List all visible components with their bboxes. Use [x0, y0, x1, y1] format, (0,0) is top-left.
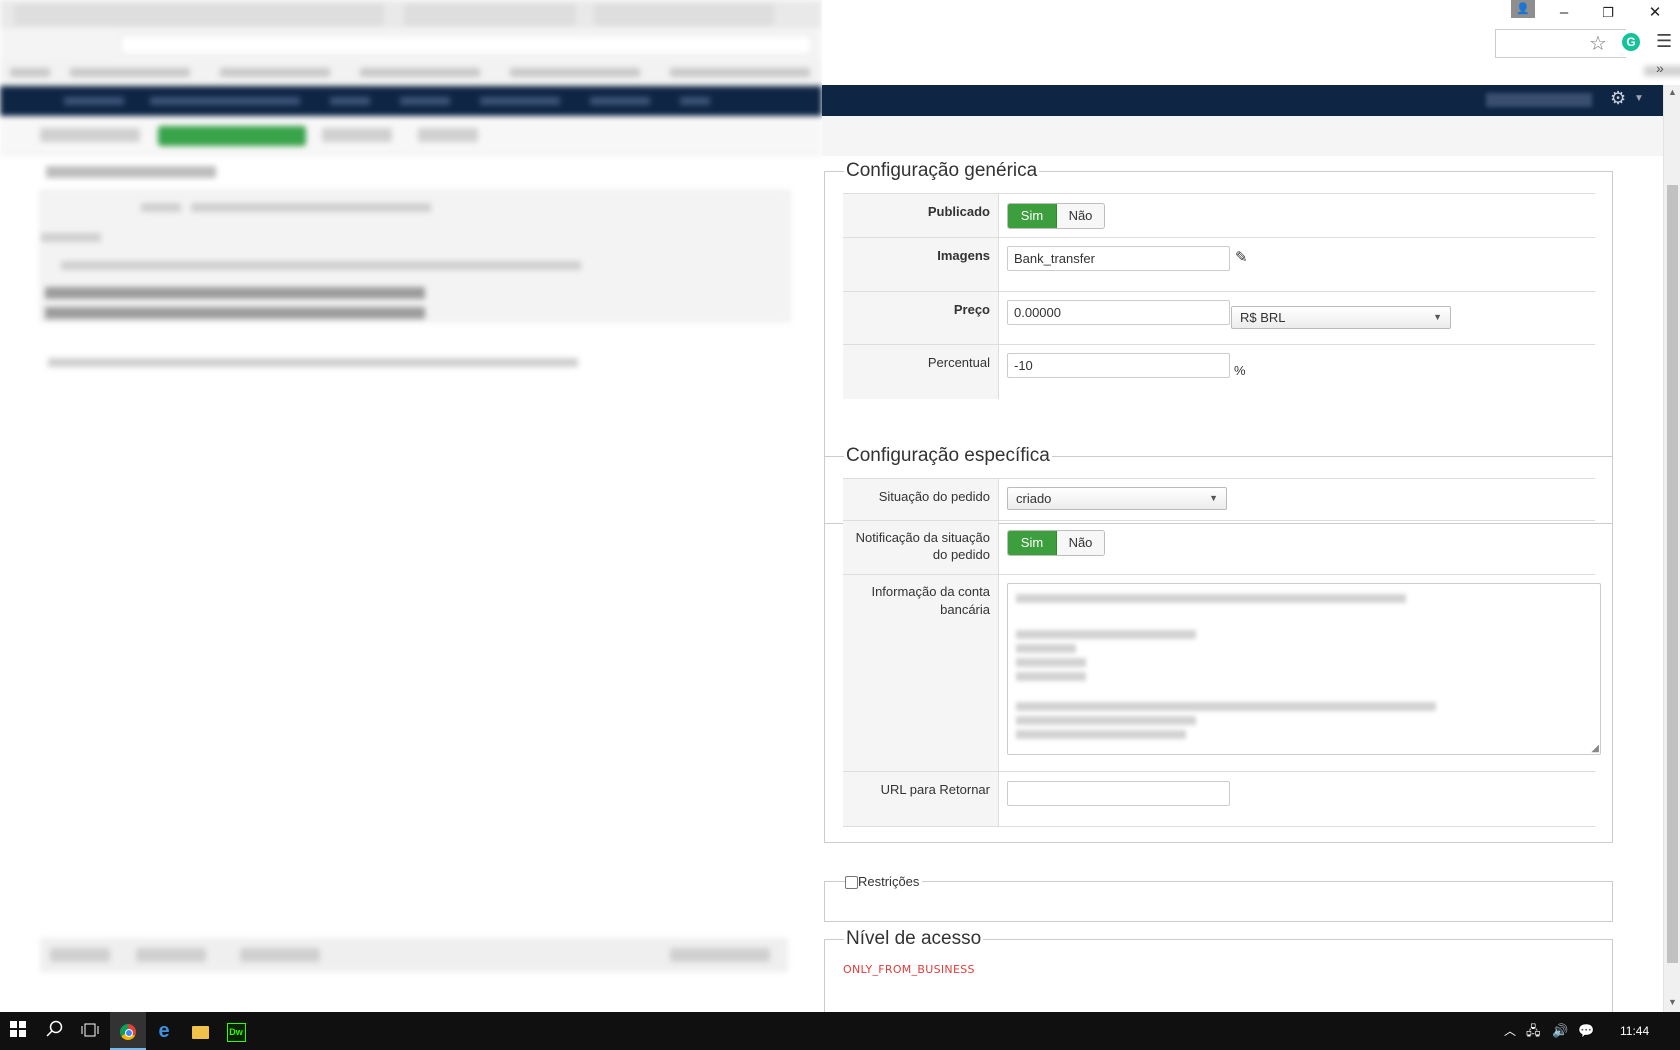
percent-label: Percentual — [843, 345, 999, 399]
return-url-row: URL para Retornar — [843, 771, 1595, 827]
chevron-down-icon: ▼ — [1209, 493, 1218, 503]
gear-icon[interactable]: ⚙ — [1610, 88, 1626, 109]
specific-config-fieldset: Configuração específica Situação do pedi… — [824, 445, 1613, 843]
published-toggle[interactable]: Sim Não — [1007, 203, 1105, 229]
bank-info-textarea[interactable]: ◢ — [1007, 583, 1601, 755]
dreamweaver-icon[interactable]: Dw — [218, 1012, 254, 1050]
return-url-label: URL para Retornar — [843, 772, 999, 826]
search-icon[interactable] — [36, 1012, 72, 1050]
resize-handle-icon[interactable]: ◢ — [1591, 743, 1599, 754]
notification-label-line2: do pedido — [932, 547, 990, 562]
profile-icon[interactable]: 👤 — [1511, 0, 1535, 18]
restore-button[interactable]: ❐ — [1585, 0, 1631, 25]
volume-icon[interactable]: 🔊 — [1552, 1012, 1568, 1050]
file-explorer-icon[interactable] — [182, 1012, 218, 1050]
browser-tab[interactable] — [404, 4, 576, 26]
chrome-icon[interactable] — [110, 1012, 146, 1050]
notification-no-button[interactable]: Não — [1057, 531, 1104, 555]
published-yes-button[interactable]: Sim — [1008, 204, 1057, 228]
close-button[interactable]: ✕ — [1632, 0, 1678, 25]
order-status-label: Situação do pedido — [843, 479, 999, 521]
network-icon[interactable]: 🖧 — [1526, 1012, 1541, 1050]
address-bar-row — [0, 28, 822, 60]
published-row: Publicado Sim Não — [843, 193, 1595, 238]
scrollbar-thumb[interactable] — [1667, 185, 1678, 963]
star-icon[interactable]: ☆ — [1589, 31, 1607, 56]
background-toolbar — [0, 118, 822, 155]
images-label: Imagens — [843, 238, 999, 292]
payment-method-modal: ⚙ ▼ Configuração genérica Publicado Sim … — [822, 85, 1663, 1012]
bookmarks-bar — [0, 60, 822, 86]
published-no-button[interactable]: Não — [1057, 204, 1104, 228]
background-footer — [40, 938, 788, 972]
bank-info-label: Informação da conta bancária — [843, 575, 999, 772]
background-panel — [40, 190, 790, 322]
grammarly-extension-icon[interactable]: G — [1622, 33, 1640, 51]
chevron-down-icon[interactable]: ▼ — [1634, 93, 1644, 104]
more-bookmarks-icon[interactable]: » — [1656, 60, 1664, 76]
edge-icon[interactable]: e — [146, 1012, 182, 1050]
access-level-value: ONLY_FROM_BUSINESS — [843, 963, 975, 976]
specific-config-legend: Configuração específica — [844, 445, 1052, 467]
notification-yes-button[interactable]: Sim — [1008, 531, 1057, 555]
chevron-down-icon: ▼ — [1433, 312, 1442, 322]
modal-scrollbar[interactable]: ▲ ▼ — [1663, 85, 1680, 1012]
currency-select-value: R$ BRL — [1240, 310, 1286, 325]
images-row: Imagens Bank_transfer ✎ — [843, 237, 1595, 292]
percent-row: Percentual -10 % — [843, 344, 1595, 399]
access-level-legend: Nível de acesso — [844, 928, 984, 950]
browser-tabstrip — [0, 0, 822, 28]
action-center-icon[interactable]: 💬 — [1578, 1012, 1594, 1050]
bank-info-label-line2: bancária — [940, 602, 990, 617]
minimize-button[interactable]: – — [1541, 0, 1587, 25]
percent-input[interactable]: -10 — [1007, 353, 1230, 378]
generic-config-legend: Configuração genérica — [844, 160, 1040, 182]
currency-select[interactable]: R$ BRL ▼ — [1231, 306, 1451, 329]
price-input[interactable]: 0.00000 — [1007, 300, 1230, 325]
taskbar-clock[interactable]: 11:44 — [1620, 1012, 1649, 1050]
background-page — [0, 0, 822, 1012]
notification-toggle[interactable]: Sim Não — [1007, 530, 1105, 556]
percent-suffix: % — [1234, 363, 1246, 378]
scroll-up-icon[interactable]: ▲ — [1668, 87, 1677, 97]
address-bar[interactable] — [120, 35, 812, 55]
notification-label-line1: Notificação da situação — [855, 530, 990, 545]
order-status-value: criado — [1016, 491, 1052, 506]
price-label: Preço — [843, 292, 999, 345]
browser-menu-icon[interactable]: ☰ — [1656, 31, 1672, 52]
modal-subheader — [822, 116, 1663, 156]
restrictions-label[interactable]: Restrições — [858, 874, 923, 889]
bank-info-row: Informação da conta bancária ◢ — [843, 574, 1601, 772]
restrictions-fieldset: Restrições — [824, 874, 1613, 922]
price-row: Preço 0.00000 R$ BRL ▼ — [843, 291, 1595, 345]
task-view-icon[interactable] — [72, 1012, 108, 1050]
order-status-row: Situação do pedido criado ▼ — [843, 478, 1595, 521]
modal-navbar: ⚙ ▼ — [822, 85, 1663, 116]
access-level-fieldset: Nível de acesso ONLY_FROM_BUSINESS — [824, 928, 1613, 1012]
bank-info-label-line1: Informação da conta — [871, 584, 990, 599]
images-input[interactable]: Bank_transfer — [1007, 246, 1230, 271]
windows-taskbar: e Dw ︿ 🖧 🔊 💬 11:44 — [0, 1012, 1680, 1050]
notification-label: Notificação da situação do pedido — [843, 521, 999, 575]
order-status-select[interactable]: criado ▼ — [1007, 487, 1227, 510]
tray-chevron-up-icon[interactable]: ︿ — [1504, 1012, 1516, 1050]
browser-tab[interactable] — [14, 4, 384, 26]
browser-tab[interactable] — [594, 4, 774, 26]
return-url-input[interactable] — [1007, 781, 1230, 806]
published-label: Publicado — [843, 194, 999, 238]
user-name[interactable] — [1486, 93, 1592, 107]
scroll-down-icon[interactable]: ▼ — [1668, 997, 1677, 1007]
notification-row: Notificação da situação do pedido Sim Nã… — [843, 520, 1595, 575]
background-navbar — [0, 86, 822, 116]
start-windows-icon[interactable] — [0, 1012, 36, 1050]
pencil-icon[interactable]: ✎ — [1235, 248, 1248, 266]
restrictions-checkbox[interactable] — [845, 876, 858, 889]
